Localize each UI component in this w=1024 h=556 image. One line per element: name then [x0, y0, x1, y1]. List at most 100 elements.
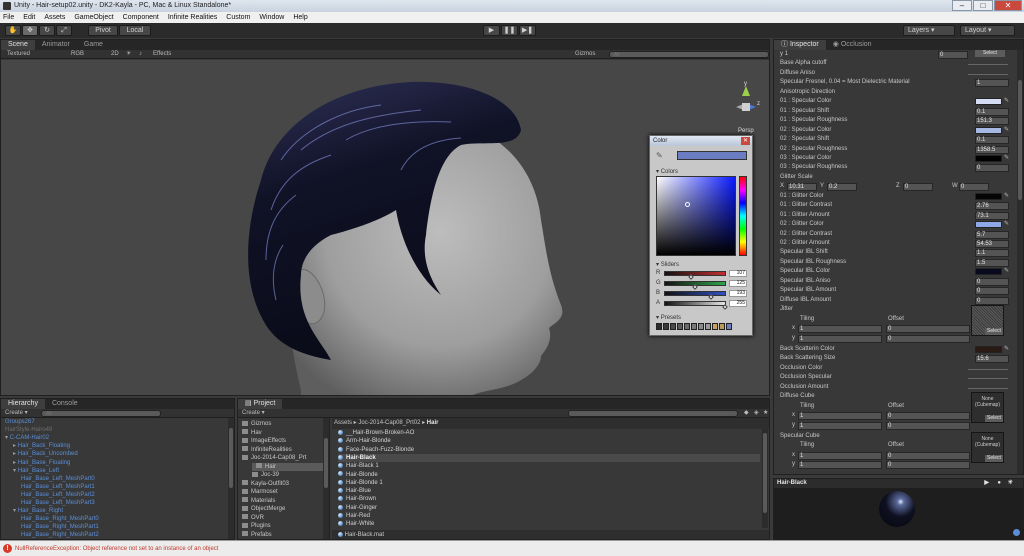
vector-z-field[interactable]: 0 [903, 183, 933, 192]
tiling-x-field[interactable]: 1 [798, 325, 882, 334]
preview-sphere-icon[interactable]: ● [997, 479, 1001, 488]
inspector-scrollbar[interactable] [1017, 50, 1023, 474]
color-swatch[interactable] [975, 221, 1002, 229]
hierarchy-item[interactable]: Hair_Base_Right_MeshPart1 [21, 523, 99, 531]
color-swatch[interactable] [975, 126, 1002, 134]
audio-toggle-icon[interactable]: ♪ [139, 50, 142, 59]
preset-swatch-11[interactable] [726, 323, 732, 330]
folder-item[interactable]: Materials [242, 497, 275, 505]
asset-scroll-thumb[interactable] [763, 433, 767, 513]
layers-dropdown[interactable]: Layers ▾ [903, 25, 955, 36]
scene-search-input[interactable] [609, 51, 769, 58]
hierarchy-scrollbar[interactable] [228, 418, 234, 539]
tab-occlusion[interactable]: ◉ Occlusion [826, 40, 879, 50]
menu-component[interactable]: Component [123, 12, 159, 23]
hierarchy-item[interactable]: Hair_Base_Right_MeshPart0 [21, 515, 99, 523]
inspector-value-field[interactable]: 0 [975, 296, 1009, 305]
folder-item[interactable]: Joc-39 [252, 471, 279, 479]
close-icon[interactable]: ✕ [994, 0, 1022, 11]
breadcrumb-folder[interactable]: Joc-2014-Cap08_Prt02 [358, 420, 420, 426]
preset-swatch-6[interactable] [691, 323, 697, 330]
inspector-value-field[interactable]: 1.1 [975, 249, 1009, 258]
folder-item[interactable]: Hav [242, 429, 262, 437]
hierarchy-item[interactable]: Hair_Base_Left_MeshPart1 [21, 483, 95, 491]
asset-item[interactable]: Arm-Hair-Blonde [338, 437, 391, 445]
hierarchy-item[interactable]: Hair_Base_Right_MeshPart2 [21, 531, 99, 539]
preset-swatch-7[interactable] [698, 323, 704, 330]
hierarchy-item[interactable]: Groups267 [5, 418, 35, 426]
slider-thumb-a[interactable] [722, 304, 728, 310]
status-error-message[interactable]: NullReferenceException: Object reference… [15, 544, 218, 554]
preset-swatch-2[interactable] [663, 323, 669, 330]
folder-item[interactable]: Kayla-Outfit03 [242, 480, 289, 488]
folder-item[interactable]: Hair [252, 462, 324, 471]
hand-tool-button[interactable]: ✋ [5, 25, 21, 36]
folder-item[interactable]: Joc-2014-Cap08_Prt [242, 454, 306, 462]
asset-item[interactable]: Hair-Ginger [338, 504, 377, 512]
hierarchy-item[interactable]: Hair_Base_Left_MeshPart0 [21, 475, 95, 483]
pause-button[interactable]: ❚❚ [501, 25, 518, 36]
asset-item[interactable]: Hair-Red [338, 512, 370, 520]
hierarchy-item[interactable]: Hair_Base_Left_MeshPart2 [21, 491, 95, 499]
tab-project[interactable]: ▤ Project [238, 399, 283, 409]
project-create-button[interactable]: Create ▾ [242, 409, 265, 418]
render-mode-dropdown[interactable]: RGB [71, 50, 84, 59]
breadcrumb-hair[interactable]: Hair [427, 420, 439, 426]
inspector-value-field[interactable]: 5.7 [975, 230, 1009, 239]
tiling-y-field[interactable]: 1 [798, 334, 882, 343]
folder-scrollbar[interactable] [323, 418, 329, 539]
eyedropper-icon[interactable]: ✎ [1004, 345, 1009, 355]
inspector-value-field[interactable]: 0.1 [975, 136, 1009, 145]
status-bar[interactable]: ! NullReferenceException: Object referen… [0, 540, 1024, 556]
preset-swatch-3[interactable] [670, 323, 676, 330]
inspector-value-field[interactable]: 1 [975, 79, 1009, 88]
scale-tool-button[interactable]: ⤢ [56, 25, 72, 36]
minimize-icon[interactable]: – [952, 0, 972, 11]
menu-window[interactable]: Window [259, 12, 284, 23]
folder-scroll-thumb[interactable] [324, 438, 328, 488]
slider-value-r[interactable]: 107 [729, 270, 747, 277]
eyedropper-icon[interactable]: ✎ [1004, 220, 1009, 230]
slider-thumb-r[interactable] [688, 274, 695, 280]
inspector-value-field[interactable]: 151.3 [975, 117, 1009, 126]
effects-dropdown[interactable]: Effects [153, 50, 171, 59]
color-window-close-icon[interactable]: ✕ [741, 137, 750, 145]
folder-item[interactable]: Gizmos [242, 420, 271, 428]
hierarchy-search-input[interactable] [41, 410, 161, 417]
color-swatch[interactable] [975, 154, 1002, 162]
slider-track-b[interactable] [664, 291, 726, 300]
inspector-value-field[interactable]: 0 [975, 164, 1009, 173]
tiling-y-field[interactable]: 1 [798, 421, 882, 430]
preview-play-icon[interactable]: ▶ [984, 479, 989, 488]
slider-track-r[interactable] [664, 271, 726, 280]
color-swatch[interactable] [975, 345, 1002, 353]
preset-swatch-9[interactable] [712, 323, 718, 330]
vector-x-field[interactable]: 10.31 [787, 183, 817, 192]
inspector-value-field[interactable]: 1.5 [975, 258, 1009, 267]
inspector-value-field[interactable]: 0 [975, 277, 1009, 286]
color-window-titlebar[interactable]: Color ✕ [650, 136, 752, 146]
offset-y-field[interactable]: 0 [886, 334, 970, 343]
material-preview-sphere[interactable] [879, 491, 915, 527]
tiling-x-field[interactable]: 1 [798, 451, 882, 460]
inspector-slider[interactable] [968, 368, 1008, 370]
vector-w-field[interactable]: 0 [959, 183, 989, 192]
tab-animator[interactable]: Animator [35, 40, 77, 50]
slider-thumb-b[interactable] [708, 294, 714, 300]
eyedropper-icon[interactable]: ✎ [1004, 126, 1009, 136]
hierarchy-item[interactable]: HairStyle-Hairo49 [5, 426, 52, 434]
menu-infinite-realities[interactable]: Infinite Realities [168, 12, 217, 23]
menu-help[interactable]: Help [293, 12, 307, 23]
inspector-value-field[interactable]: 15.6 [975, 355, 1009, 364]
slider-track-a[interactable] [664, 301, 728, 310]
preset-swatch-1[interactable] [656, 323, 662, 330]
asset-item-selected[interactable]: Hair-Black [338, 453, 760, 463]
eyedropper-icon[interactable]: ✎ [1004, 192, 1009, 202]
preview-settings-icon[interactable] [1013, 529, 1020, 536]
shading-mode-dropdown[interactable]: Textured [7, 50, 30, 59]
hierarchy-item[interactable]: Hair_Base_Left_MeshPart3 [21, 499, 95, 507]
inspector-value-field[interactable]: 2.76 [975, 202, 1009, 211]
layout-dropdown[interactable]: Layout ▾ [960, 25, 1015, 36]
inspector-value-field[interactable]: 0.1 [975, 107, 1009, 116]
asset-item[interactable]: Hair-Blonde [338, 471, 378, 479]
